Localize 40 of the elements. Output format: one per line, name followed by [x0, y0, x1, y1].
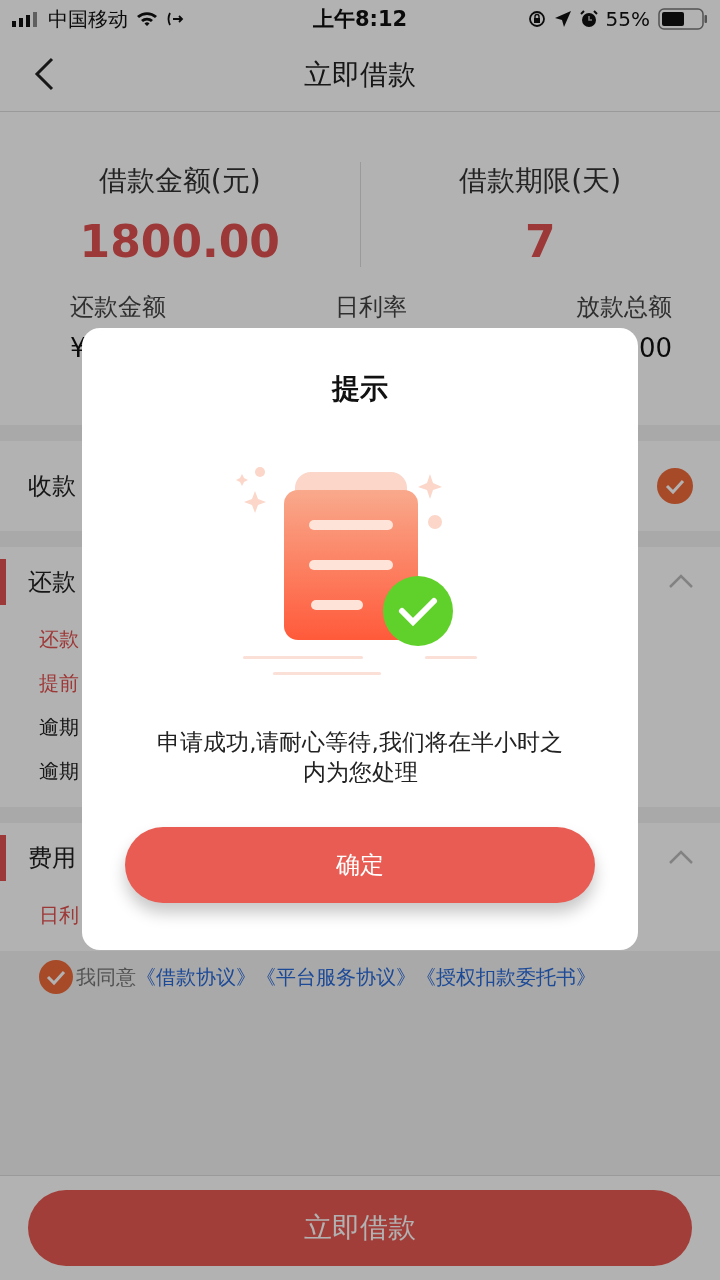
dialog-title: 提示 [332, 371, 388, 407]
alarm-clock-icon [579, 10, 598, 28]
chevron-icon[interactable] [668, 849, 694, 865]
summary-value: 7 [524, 216, 556, 267]
wifi-icon [136, 11, 158, 27]
section-title: 还款 [28, 567, 76, 598]
stat-label: 日利率 [335, 292, 407, 323]
stat-label: 放款总额 [576, 292, 672, 323]
summary-label: 借款期限(天) [459, 163, 622, 199]
section-item: 还款 [39, 626, 79, 653]
section-item: 提前 [39, 670, 79, 697]
signal-icon [12, 11, 40, 27]
stat-label: 还款金额 [70, 292, 166, 323]
agreement-link[interactable]: 《借款协议》 [136, 963, 256, 991]
check-icon[interactable] [38, 959, 74, 995]
agreement-link[interactable]: 《平台服务协议》 [256, 963, 416, 991]
summary-value: 1800.00 [79, 216, 280, 267]
battery-icon [658, 8, 708, 30]
back-icon[interactable] [34, 57, 54, 91]
carrier-name: 中国移动 [48, 5, 128, 33]
dialog-message: 申请成功,请耐心等待,我们将在半小时之内为您处理 [156, 728, 564, 787]
chevron-icon[interactable] [668, 573, 694, 589]
rotation-lock-icon [527, 10, 546, 28]
account-label: 收款 [28, 471, 76, 502]
check-icon[interactable] [656, 467, 694, 505]
section-item: 日利 [39, 902, 79, 929]
stat-value: 00 [638, 333, 672, 363]
section-item: 逾期 [39, 758, 79, 785]
clock-time: 上午8:12 [312, 6, 408, 33]
section-title: 费用 [28, 843, 76, 874]
agreement-link[interactable]: 《授权扣款委托书》 [416, 963, 596, 991]
submit-button[interactable]: 立即借款 [28, 1190, 692, 1266]
call-arrow-icon [166, 11, 184, 27]
page-title: 立即借款 [304, 56, 416, 93]
battery-percent: 55% [605, 7, 650, 31]
section-item: 逾期 [39, 714, 79, 741]
agreement-text: 我同意 [76, 963, 136, 991]
summary-label: 借款金额(元) [98, 163, 261, 199]
confirm-button[interactable]: 确定 [125, 827, 595, 903]
location-arrow-icon [553, 10, 572, 28]
